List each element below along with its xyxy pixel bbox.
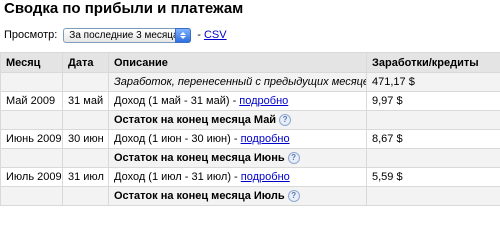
details-link[interactable]: подробно [241,133,290,145]
view-bar: Просмотр: За последние 3 месяца - CSV [4,26,227,44]
question-mark-icon[interactable]: ? [287,152,300,165]
header-description: Описание [108,52,367,73]
question-mark-icon[interactable]: ? [287,190,300,203]
details-link[interactable]: подробно [239,95,288,107]
row-amount: 8,67 $ [366,129,500,149]
earnings-table: Месяц Дата Описание Заработки/кредиты За… [0,52,500,206]
row-description: Доход (1 июл - 31 июл) - подробно [108,167,367,187]
row-amount: 9,97 $ [366,91,500,111]
period-select[interactable]: За последние 3 месяца [63,27,192,43]
header-month: Месяц [0,52,63,73]
balance-label: Остаток на конец месяца Июль? [108,186,367,206]
header-row: Месяц Дата Описание Заработки/кредиты [0,52,500,73]
csv-link[interactable]: CSV [204,29,227,41]
balance-row: Остаток на конец месяца Июнь? [0,148,500,168]
row-amount: 5,59 $ [366,167,500,187]
header-amount: Заработки/кредиты [366,52,500,73]
row-description: Доход (1 май - 31 май) - подробно [108,91,367,111]
view-label: Просмотр: [4,29,58,41]
page-title: Сводка по прибыли и платежам [4,0,244,17]
table-row: Май 2009 31 май Доход (1 май - 31 май) -… [0,91,500,111]
updown-arrow-icon [175,27,192,43]
balance-label: Остаток на конец месяца Июнь? [108,148,367,168]
carry-over-description: Заработок, перенесенный с предыдущих мес… [108,72,367,92]
header-date: Дата [62,52,109,73]
separator: - [197,29,201,41]
balance-row: Остаток на конец месяца Май? [0,110,500,130]
period-select-value: За последние 3 месяца [69,29,179,41]
table-row: Июнь 2009 30 июн Доход (1 июн - 30 июн) … [0,129,500,149]
row-date: 30 июн [62,129,109,149]
carry-over-amount: 471,17 $ [366,72,500,92]
row-description: Доход (1 июн - 30 июн) - подробно [108,129,367,149]
question-mark-icon[interactable]: ? [279,114,292,127]
balance-label: Остаток на конец месяца Май? [108,110,367,130]
details-link[interactable]: подробно [241,171,290,183]
table-row: Июль 2009 31 июл Доход (1 июл - 31 июл) … [0,167,500,187]
carry-over-row: Заработок, перенесенный с предыдущих мес… [0,72,500,92]
row-date: 31 июл [62,167,109,187]
row-month: Июнь 2009 [0,129,63,149]
balance-row: Остаток на конец месяца Июль? [0,186,500,206]
earnings-summary-page: Сводка по прибыли и платежам Просмотр: З… [0,0,500,222]
row-month: Июль 2009 [0,167,63,187]
row-date: 31 май [62,91,109,111]
row-month: Май 2009 [0,91,63,111]
